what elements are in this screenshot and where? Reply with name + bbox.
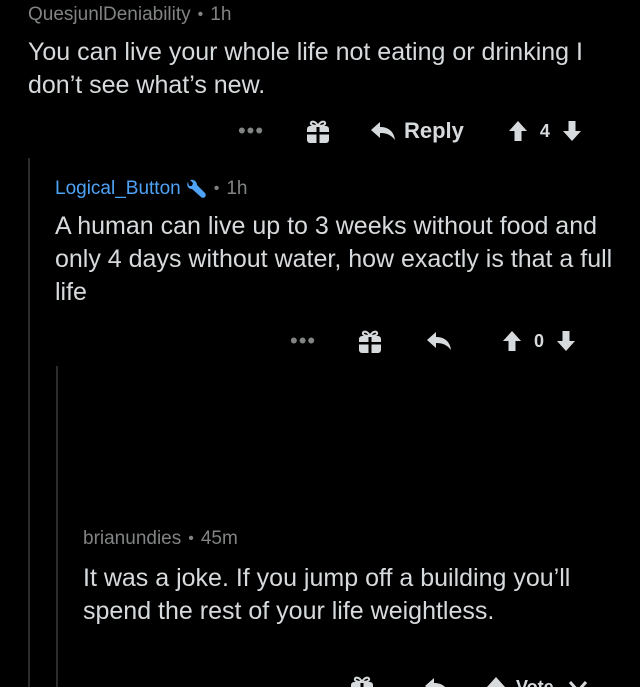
award-icon[interactable] — [358, 328, 382, 354]
comment-3-actions: Vote — [350, 674, 588, 687]
meta-separator: • — [188, 530, 194, 547]
vote-score: 0 — [534, 330, 545, 351]
reply-icon — [370, 121, 396, 141]
award-icon[interactable] — [306, 118, 330, 144]
downvote-icon[interactable] — [556, 330, 576, 352]
comment-2: Logical_Button • 1h A human can live up … — [55, 178, 625, 309]
more-icon[interactable]: ••• — [290, 330, 316, 352]
downvote-icon[interactable] — [562, 120, 582, 142]
reply-button[interactable]: Reply — [370, 118, 464, 144]
comment-username[interactable]: Logical_Button — [55, 178, 181, 200]
reply-icon[interactable] — [424, 677, 450, 687]
comment-3: brianundies • 45m It was a joke. If you … — [83, 528, 623, 628]
reply-icon[interactable] — [426, 331, 452, 351]
vote-score: 4 — [539, 120, 550, 141]
upvote-icon[interactable] — [502, 330, 522, 352]
wrench-icon — [185, 179, 207, 199]
comment-username[interactable]: QuesjunlDeniability — [28, 4, 191, 26]
more-icon[interactable]: ••• — [236, 120, 266, 142]
comment-meta: brianundies • 45m — [83, 528, 623, 550]
thread-line-level-1[interactable] — [28, 158, 30, 687]
comment-time: 1h — [226, 178, 248, 199]
reply-label: Reply — [404, 118, 464, 143]
comment-meta: QuesjunlDeniability • 1h — [28, 4, 628, 26]
comment-time: 1h — [210, 4, 232, 25]
comment-meta: Logical_Button • 1h — [55, 178, 625, 200]
comment-body: You can live your whole life not eating … — [28, 38, 583, 99]
vote-label: Vote — [516, 676, 554, 687]
comment-username[interactable]: brianundies — [83, 528, 181, 550]
comment-body: A human can live up to 3 weeks without f… — [55, 212, 613, 306]
comment-body: It was a joke. If you jump off a buildin… — [83, 564, 571, 625]
collapse-icon[interactable] — [568, 680, 588, 687]
meta-separator: • — [197, 6, 204, 23]
award-icon[interactable] — [350, 674, 374, 687]
thread-line-level-2[interactable] — [56, 366, 58, 687]
comment-time: 45m — [200, 528, 238, 549]
upvote-icon[interactable] — [508, 120, 528, 142]
comment-2-actions: ••• 0 — [290, 328, 576, 354]
comment-1: QuesjunlDeniability • 1h You can live yo… — [28, 4, 628, 102]
comment-1-actions: ••• Reply 4 — [236, 118, 582, 144]
upvote-icon[interactable] — [486, 676, 506, 687]
meta-separator: • — [213, 180, 220, 197]
